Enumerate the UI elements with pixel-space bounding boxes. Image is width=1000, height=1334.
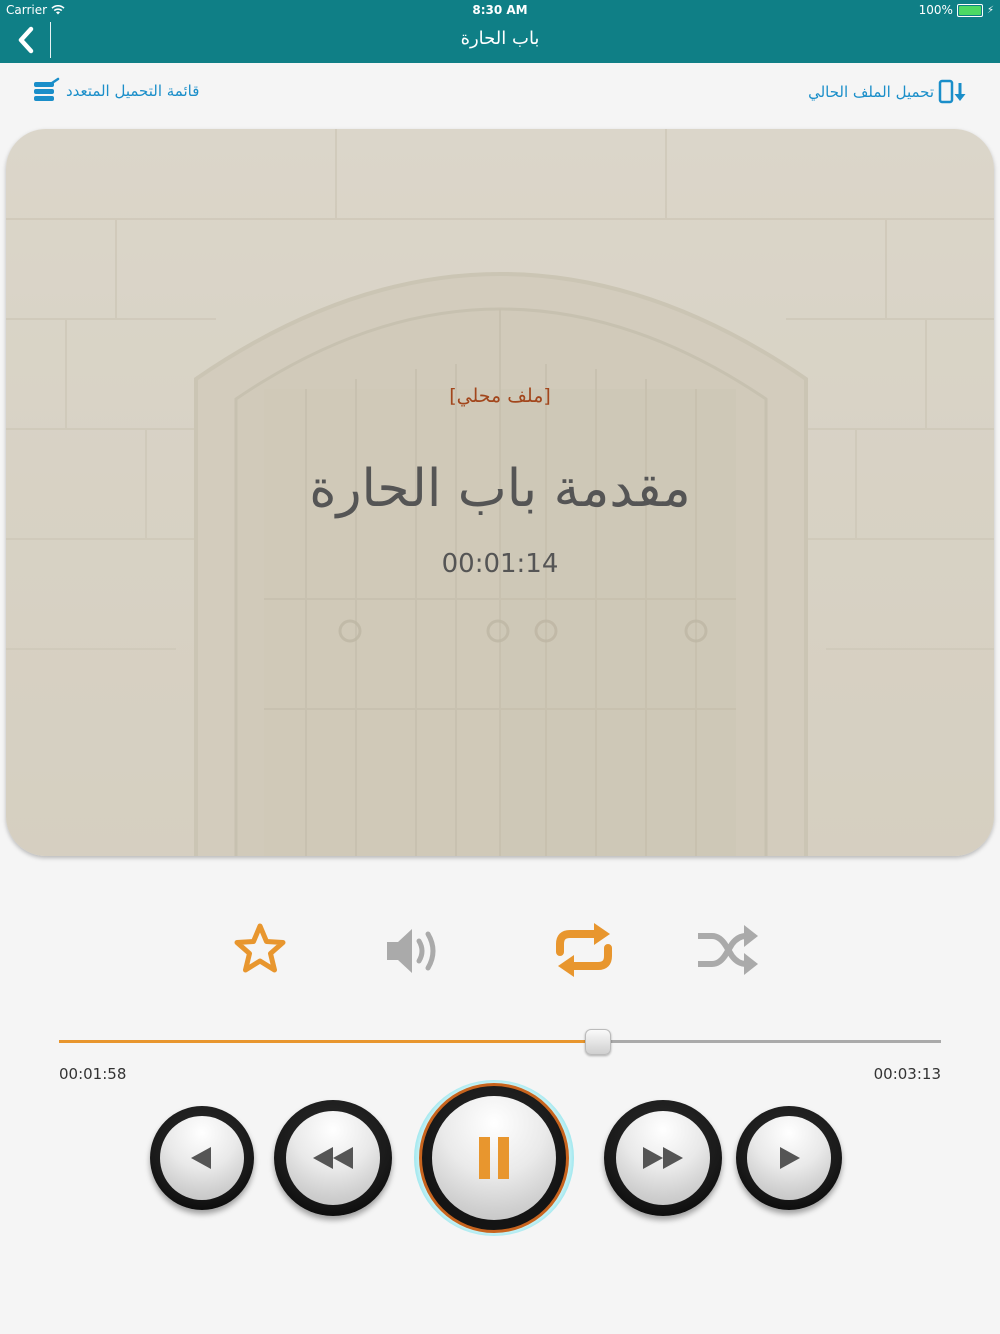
download-current-file-link[interactable]: تحميل الملف الحالي	[808, 79, 966, 105]
progress-slider[interactable]	[59, 1029, 941, 1055]
play-pause-face	[432, 1096, 556, 1220]
rewind-button[interactable]	[274, 1100, 392, 1216]
pause-icon	[479, 1137, 509, 1179]
stack-list-icon	[34, 77, 60, 101]
charging-icon: ⚡	[986, 4, 994, 16]
fast-forward-button[interactable]	[604, 1100, 722, 1216]
multi-download-list-label: قائمة التحميل المتعدد	[66, 82, 200, 100]
favorite-button[interactable]	[232, 922, 288, 980]
play-pause-button[interactable]	[414, 1080, 574, 1236]
album-artwork-card: [ملف محلي] مقدمة باب الحارة 00:01:14	[6, 129, 994, 856]
shuffle-icon	[698, 925, 758, 975]
rewind-icon	[313, 1147, 353, 1169]
star-icon	[234, 923, 286, 973]
play-pause-ring	[419, 1083, 569, 1233]
shuffle-button[interactable]	[696, 922, 760, 982]
total-time: 00:03:13	[873, 1065, 941, 1083]
next-icon	[780, 1147, 800, 1169]
next-button-face	[747, 1116, 831, 1200]
track-duration: 00:01:14	[441, 549, 559, 579]
progress-thumb[interactable]	[585, 1029, 612, 1055]
source-label: [ملف محلي]	[449, 385, 551, 407]
status-time: 8:30 AM	[472, 3, 528, 17]
repeat-icon	[556, 923, 612, 977]
phone-download-icon	[938, 79, 966, 104]
battery-icon	[956, 3, 983, 17]
next-track-button[interactable]	[736, 1106, 842, 1210]
multi-download-list-link[interactable]: قائمة التحميل المتعدد	[32, 77, 199, 105]
volume-button[interactable]	[384, 924, 444, 982]
fast-forward-icon	[643, 1147, 683, 1169]
download-links-row: قائمة التحميل المتعدد تحميل الملف الحالي	[0, 63, 1000, 127]
battery-percent: 100%	[918, 3, 953, 17]
rewind-button-face	[286, 1111, 380, 1205]
track-title: مقدمة باب الحارة	[309, 459, 691, 519]
previous-track-button[interactable]	[150, 1106, 254, 1210]
progress-fill	[59, 1040, 598, 1043]
volume-icon	[387, 929, 436, 973]
status-battery: 100% ⚡	[919, 3, 994, 17]
fast-forward-button-face	[616, 1111, 710, 1205]
previous-button-face	[160, 1116, 244, 1200]
download-current-file-label: تحميل الملف الحالي	[808, 83, 934, 101]
elapsed-time: 00:01:58	[59, 1065, 127, 1083]
repeat-button[interactable]	[552, 920, 616, 984]
page-title: باب الحارة	[460, 28, 540, 49]
previous-icon	[191, 1147, 211, 1169]
top-bar: Carrier 8:30 AM 100% ⚡ باب الحارة	[0, 0, 1000, 63]
